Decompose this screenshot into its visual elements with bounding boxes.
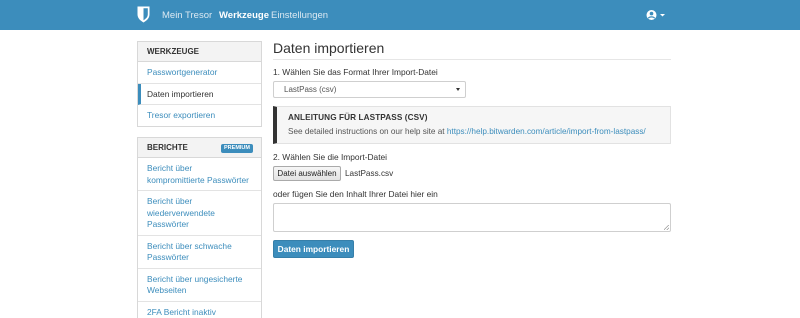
sidebar-item-unsecured-websites[interactable]: Bericht über ungesicherte Webseiten (138, 269, 261, 302)
shield-icon[interactable] (137, 6, 150, 23)
sidebar-item-reused-passwords[interactable]: Bericht über wiederverwendete Passwörter (138, 191, 261, 236)
sidebar-item-import-data[interactable]: Daten importieren (138, 83, 261, 105)
title-divider (273, 59, 671, 60)
paste-label: oder fügen Sie den Inhalt Ihrer Datei hi… (273, 189, 438, 199)
file-contents-textarea[interactable] (273, 203, 671, 232)
file-label: 2. Wählen Sie die Import-Datei (273, 152, 388, 162)
sidebar-item-password-generator[interactable]: Passwortgenerator (138, 62, 261, 84)
sidebar-item-inactive-2fa[interactable]: 2FA Bericht inaktiv (138, 302, 261, 318)
instructions-callout: ANLEITUNG FÜR LASTPASS (CSV) See detaile… (273, 106, 671, 144)
nav-link-settings[interactable]: Einstellungen (271, 10, 328, 21)
reports-heading-row: BERICHTE PREMIUM (138, 138, 261, 158)
sidebar-item-export-vault[interactable]: Tresor exportieren (138, 105, 261, 126)
page-title: Daten importieren (273, 40, 385, 56)
callout-title: ANLEITUNG FÜR LASTPASS (CSV) (288, 113, 428, 122)
chevron-down-icon (456, 88, 460, 91)
choose-file-button[interactable]: Datei auswählen (273, 166, 341, 181)
reports-heading: BERICHTE (147, 143, 188, 152)
user-circle-icon[interactable] (646, 9, 666, 21)
reports-card: BERICHTE PREMIUM Bericht über kompromitt… (137, 137, 262, 318)
premium-badge: PREMIUM (221, 144, 253, 153)
top-navbar: Mein Tresor Werkzeuge Einstellungen (0, 0, 800, 30)
callout-body: See detailed instructions on our help si… (288, 127, 445, 136)
sidebar-item-weak-passwords[interactable]: Bericht über schwache Passwörter (138, 236, 261, 269)
format-select-value: LastPass (csv) (284, 85, 337, 94)
nav-link-tools[interactable]: Werkzeuge (219, 10, 269, 21)
resize-grip-icon[interactable] (664, 225, 669, 230)
tools-heading: WERKZEUGE (138, 42, 261, 62)
callout-text: See detailed instructions on our help si… (288, 127, 646, 136)
help-link[interactable]: https://help.bitwarden.com/article/impor… (447, 127, 646, 136)
format-label: 1. Wählen Sie das Format Ihrer Import-Da… (273, 67, 438, 77)
import-data-button[interactable]: Daten importieren (273, 240, 354, 258)
nav-link-vault[interactable]: Mein Tresor (162, 10, 212, 21)
tools-card: WERKZEUGE Passwortgenerator Daten import… (137, 41, 262, 127)
selected-file-name: LastPass.csv (345, 169, 394, 178)
sidebar-item-exposed-passwords[interactable]: Bericht über kompromittierte Passwörter (138, 158, 261, 191)
format-select[interactable]: LastPass (csv) (273, 81, 466, 98)
